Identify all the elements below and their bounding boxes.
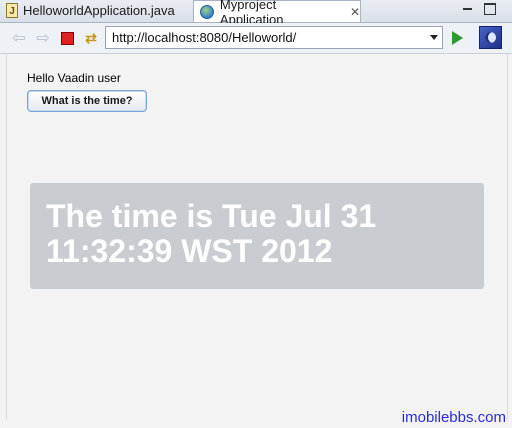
maximize-button[interactable]	[484, 3, 496, 15]
close-icon[interactable]: ✕	[350, 5, 360, 19]
time-label: The time is Tue Jul 31 11:32:39 WST 2012	[46, 198, 377, 269]
what-is-the-time-button[interactable]: What is the time?	[27, 90, 147, 112]
time-panel: The time is Tue Jul 31 11:32:39 WST 2012	[30, 183, 484, 289]
minimize-button[interactable]	[462, 3, 474, 15]
forward-arrow-icon[interactable]: ⇨	[34, 29, 52, 47]
chevron-down-icon[interactable]	[430, 35, 438, 40]
globe-icon	[200, 4, 214, 19]
go-play-icon[interactable]	[452, 31, 463, 45]
watermark-text: imobilebbs.com	[401, 409, 506, 426]
greeting-label: Hello Vaadin user	[27, 71, 121, 85]
url-input[interactable]: http://localhost:8080/Helloworld/	[105, 26, 443, 49]
refresh-icon[interactable]: ⇄	[82, 29, 100, 47]
page-content: Hello Vaadin user What is the time? The …	[6, 54, 508, 420]
tab-bar: J HelloworldApplication.java Myproject A…	[0, 0, 512, 27]
url-text: http://localhost:8080/Helloworld/	[112, 30, 297, 45]
stop-icon[interactable]	[58, 29, 76, 47]
browser-toolbar: ⇦ ⇨ ⇄ http://localhost:8080/Helloworld/	[0, 23, 512, 54]
eclipse-icon[interactable]	[479, 26, 502, 49]
tab-helloworld-application[interactable]: J HelloworldApplication.java	[0, 0, 192, 21]
back-arrow-icon[interactable]: ⇦	[10, 29, 28, 47]
java-file-icon: J	[6, 3, 18, 18]
tab-myproject-application[interactable]: Myproject Application ✕	[193, 0, 361, 27]
tab-label: HelloworldApplication.java	[23, 3, 175, 18]
